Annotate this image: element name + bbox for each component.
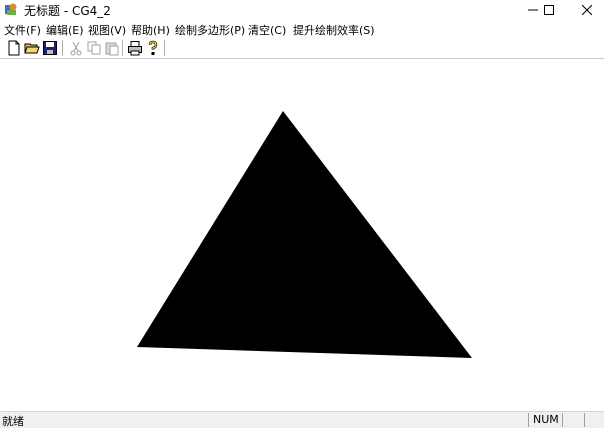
print-icon <box>128 41 142 56</box>
status-panel-blank <box>584 413 604 427</box>
paste-icon <box>105 42 119 56</box>
open-folder-icon <box>24 43 40 54</box>
drawing-canvas[interactable] <box>0 59 604 411</box>
toolbar-separator <box>62 40 63 56</box>
num-lock-label: NUM <box>533 413 559 426</box>
menu-draw-polygon[interactable]: 绘制多边形(P) <box>175 22 245 38</box>
print-button[interactable] <box>127 40 143 56</box>
canvas-surface <box>137 111 472 358</box>
status-bar: 就绪 NUM <box>0 411 604 428</box>
num-lock-indicator: NUM <box>528 413 561 427</box>
menu-edit[interactable]: 编辑(E) <box>46 22 84 38</box>
toolbar-separator <box>164 40 165 56</box>
save-icon <box>43 41 57 55</box>
help-icon <box>148 40 158 55</box>
title-bar[interactable]: 无标题 - CG4_2 <box>0 0 604 20</box>
new-file-icon <box>8 40 20 56</box>
about-help-button[interactable] <box>145 40 161 56</box>
paste-button[interactable] <box>104 40 120 56</box>
save-button[interactable] <box>42 40 58 56</box>
copy-button[interactable] <box>86 40 102 56</box>
cut-button[interactable] <box>68 40 84 56</box>
app-icon[interactable] <box>4 2 18 16</box>
toolbar-separator <box>122 40 123 56</box>
copy-icon <box>87 41 101 55</box>
new-file-button[interactable] <box>6 40 22 56</box>
close-button[interactable] <box>570 0 604 20</box>
menu-file[interactable]: 文件(F) <box>4 22 41 38</box>
window-title: 无标题 - CG4_2 <box>24 4 111 18</box>
menu-help[interactable]: 帮助(H) <box>131 22 170 38</box>
menu-clear[interactable]: 清空(C) <box>248 22 286 38</box>
maximize-icon <box>544 5 554 15</box>
toolbar <box>0 38 604 59</box>
menu-improve-efficiency[interactable]: 提升绘制效率(S) <box>293 22 375 38</box>
maximize-button[interactable] <box>532 0 566 20</box>
menu-bar: 文件(F) 编辑(E) 视图(V) 帮助(H) 绘制多边形(P) 清空(C) 提… <box>0 20 604 38</box>
menu-view[interactable]: 视图(V) <box>88 22 126 38</box>
status-panel-blank <box>562 413 583 427</box>
cut-icon <box>70 41 82 56</box>
polygon-triangle <box>137 111 472 358</box>
close-icon <box>582 5 592 15</box>
open-button[interactable] <box>24 40 40 56</box>
